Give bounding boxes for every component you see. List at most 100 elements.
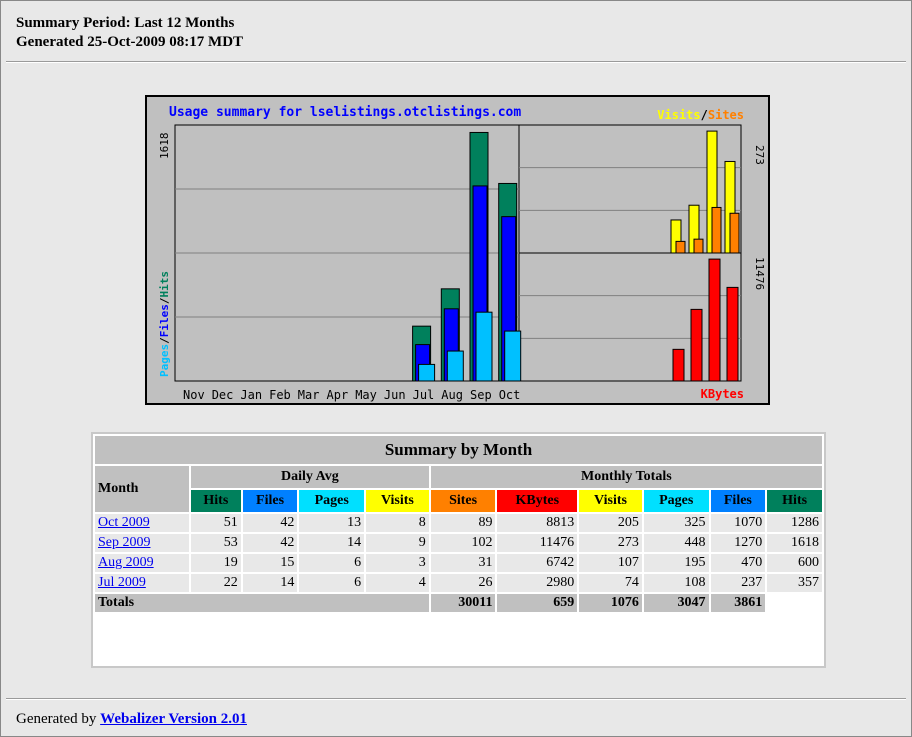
value-cell: 195 <box>643 554 709 572</box>
value-cell: 108 <box>643 574 709 592</box>
month-link[interactable]: Jul 2009 <box>98 575 146 590</box>
legend-visits: Visits <box>657 108 701 122</box>
tick-label: Jun <box>384 388 406 402</box>
value-cell: 237 <box>710 574 766 592</box>
column-header-row: Hits Files Pages Visits Sites KBytes Visits Pag… <box>95 490 822 512</box>
month-link[interactable]: Aug 2009 <box>98 555 154 570</box>
table-row: Oct 2009 51 42 13 8 89 8813 205 325 1070 1286 <box>95 514 822 532</box>
value-cell: 107 <box>579 554 642 572</box>
left-axis-max: 1618 <box>158 133 171 160</box>
total-cell: 659 <box>497 594 578 612</box>
total-cell: 3047 <box>643 594 709 612</box>
col-header-visits: Visits <box>579 490 642 512</box>
table-row: Jul 2009 22 14 6 4 26 2980 74 108 237 357 <box>95 574 822 592</box>
value-cell: 273 <box>579 534 642 552</box>
chart-panel-2 <box>518 252 742 382</box>
value-cell: 51 <box>191 514 241 532</box>
month-link[interactable]: Oct 2009 <box>98 515 150 530</box>
col-header-sites: Sites <box>430 490 496 512</box>
value-cell: 6 <box>299 554 365 572</box>
top-right-axis-max: 273 <box>753 145 766 165</box>
value-cell: 14 <box>242 574 298 592</box>
value-cell: 1070 <box>710 514 766 532</box>
value-cell: 102 <box>430 534 496 552</box>
value-cell: 600 <box>767 554 822 572</box>
value-cell: 8813 <box>497 514 578 532</box>
bar-sites <box>729 212 740 254</box>
footer-prefix: Generated by <box>16 711 101 727</box>
tick-label: Apr <box>327 388 349 402</box>
month-cell: Oct 2009 <box>95 514 189 532</box>
totals-row: Totals 30011 659 1076 3047 3861 <box>95 594 822 612</box>
bar-kbytes <box>708 258 721 382</box>
tick-label: Mar <box>298 388 320 402</box>
month-cell: Jul 2009 <box>95 574 189 592</box>
tick-label: Jul <box>413 388 435 402</box>
top-divider <box>6 61 906 63</box>
totals-label: Totals <box>95 594 429 612</box>
total-cell: 30011 <box>430 594 496 612</box>
value-cell: 205 <box>579 514 642 532</box>
bottom-right-axis-max: 11476 <box>753 257 766 290</box>
value-cell: 6 <box>299 574 365 592</box>
col-header-kbytes: KBytes <box>497 490 578 512</box>
footer: Generated by Webalizer Version 2.01 <box>16 711 247 728</box>
generated-date: Generated 25-Oct-2009 08:17 MDT <box>16 34 244 50</box>
value-cell: 15 <box>242 554 298 572</box>
value-cell: 448 <box>643 534 709 552</box>
left-axis-label-part: Pages <box>158 344 171 377</box>
tick-label: Feb <box>269 388 291 402</box>
visits-sites-legend: Visits/Sites <box>657 108 744 122</box>
tick-label: Oct <box>499 388 521 402</box>
bar-sites <box>693 238 704 254</box>
tick-label: Dec <box>212 388 234 402</box>
value-cell: 8 <box>366 514 429 532</box>
summary-title: Summary by Month <box>95 436 822 464</box>
month-header: Month <box>95 466 189 512</box>
month-link[interactable]: Sep 2009 <box>98 535 151 550</box>
col-header-pages: Pages <box>299 490 365 512</box>
bar-kbytes <box>726 286 739 382</box>
table-row: Aug 2009 19 15 6 3 31 6742 107 195 470 600 <box>95 554 822 572</box>
bar-pages <box>475 311 493 382</box>
value-cell: 3 <box>366 554 429 572</box>
daily-avg-header: Daily Avg <box>191 466 429 488</box>
bar-pages <box>418 363 436 382</box>
value-cell: 89 <box>430 514 496 532</box>
col-header-hits: Hits <box>767 490 822 512</box>
col-header-files: Files <box>710 490 766 512</box>
left-axis-label: Pages/Files/Hits <box>158 271 171 377</box>
value-cell: 1286 <box>767 514 822 532</box>
bar-kbytes <box>690 308 703 382</box>
report-header: Summary Period: Last 12 Months Generated… <box>16 14 243 52</box>
value-cell: 13 <box>299 514 365 532</box>
month-cell: Sep 2009 <box>95 534 189 552</box>
webalizer-link[interactable]: Webalizer Version 2.01 <box>100 711 247 727</box>
value-cell: 42 <box>242 534 298 552</box>
value-cell: 4 <box>366 574 429 592</box>
left-axis-label-part: Hits <box>158 271 171 298</box>
month-cell: Aug 2009 <box>95 554 189 572</box>
bottom-divider <box>6 698 906 700</box>
value-cell: 19 <box>191 554 241 572</box>
usage-chart: Nov Dec Jan Feb Mar Apr May Jun Jul Aug Sep Oct 1618… <box>145 95 770 405</box>
value-cell: 1270 <box>710 534 766 552</box>
bar-sites <box>675 240 686 254</box>
value-cell: 9 <box>366 534 429 552</box>
legend-kbytes: KBytes <box>700 387 744 401</box>
monthly-totals-header: Monthly Totals <box>430 466 822 488</box>
total-cell: 3861 <box>710 594 766 612</box>
value-cell: 357 <box>767 574 822 592</box>
bar-kbytes <box>672 348 685 382</box>
table-row: Sep 2009 53 42 14 9 102 11476 273 448 1270 1618 <box>95 534 822 552</box>
summary-period: Summary Period: Last 12 Months <box>16 15 235 31</box>
col-header-visits: Visits <box>366 490 429 512</box>
bar-pages <box>504 330 522 382</box>
value-cell: 470 <box>710 554 766 572</box>
tick-label: Aug <box>441 388 463 402</box>
col-header-files: Files <box>242 490 298 512</box>
value-cell: 14 <box>299 534 365 552</box>
col-header-hits: Hits <box>191 490 241 512</box>
value-cell: 26 <box>430 574 496 592</box>
value-cell: 1618 <box>767 534 822 552</box>
